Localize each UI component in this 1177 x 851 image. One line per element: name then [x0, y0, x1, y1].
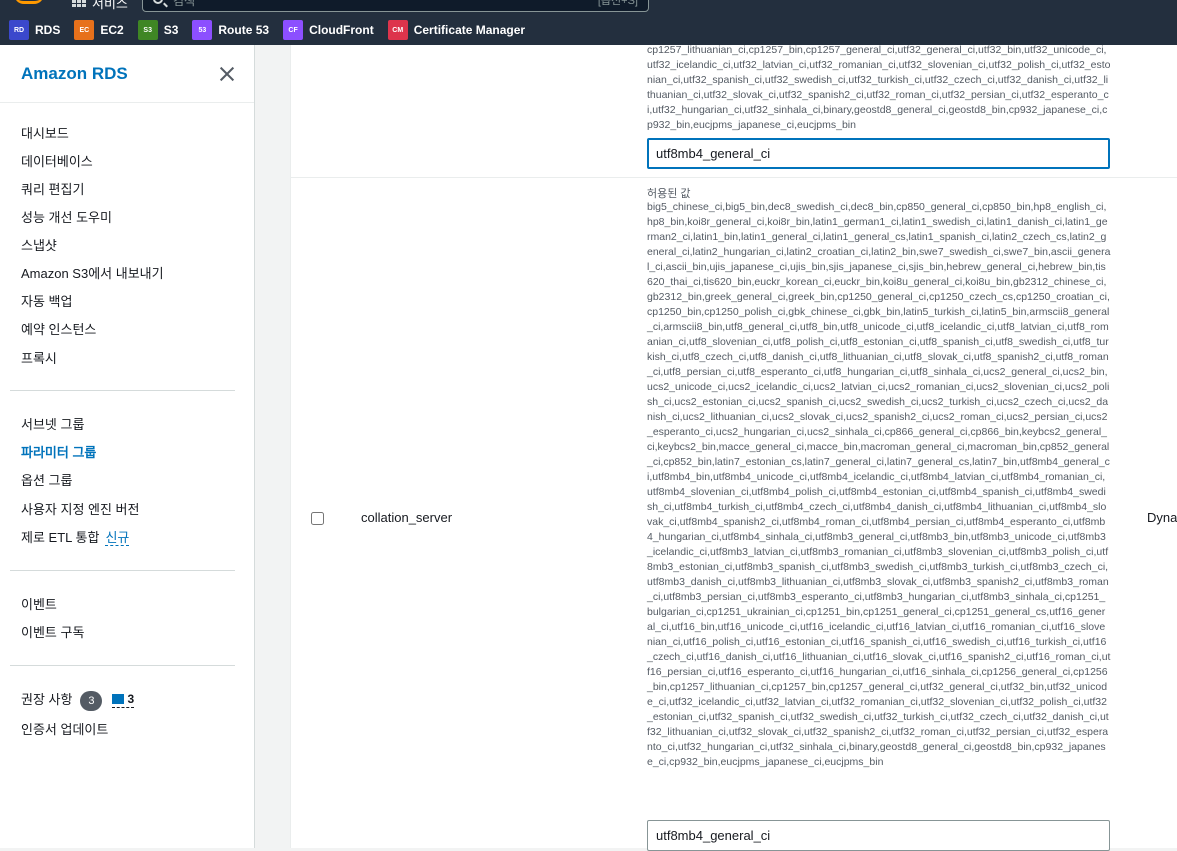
new-badge[interactable]: 신규	[105, 530, 130, 546]
sidebar-item-label: 파라미터 그룹	[21, 445, 97, 460]
sidebar-item-g2-1[interactable]: 파라미터 그룹	[21, 442, 96, 461]
favorite-label: CloudFront	[309, 23, 374, 37]
search-placeholder: 검색	[173, 0, 196, 8]
sidebar-title[interactable]: Amazon RDS	[21, 64, 128, 84]
recommendations-count-badge: 3	[80, 690, 103, 711]
search-shortcut-hint: [옵션+S]	[597, 0, 638, 7]
sidebar-item-0[interactable]: 대시보드	[21, 123, 69, 142]
sidebar-item-4[interactable]: 스냅샷	[21, 235, 57, 254]
sidebar-item-label: 자동 백업	[21, 294, 73, 309]
parameters-table: cp1257_lithuanian_ci,cp1257_bin,cp1257_g…	[290, 44, 1177, 851]
parameter-value-input[interactable]	[647, 820, 1110, 851]
favorites-bar: RD RDS EC EC2 S3 S3 53 Route 53 CF CloudFront CM Ce…	[0, 17, 539, 43]
certificate-manager-icon: CM	[387, 20, 408, 40]
sidebar-item-7[interactable]: 예약 인스턴스	[21, 319, 96, 338]
favorite-cloudfront[interactable]: CF CloudFront	[283, 20, 374, 40]
sidebar-item-5[interactable]: Amazon S3에서 내보내기	[21, 263, 164, 282]
sidebar-item-g2-0[interactable]: 서브넷 그룹	[21, 414, 84, 433]
sidebar-item-label: 쿼리 편집기	[21, 182, 85, 197]
sidebar-item-label: Amazon S3에서 내보내기	[21, 266, 164, 281]
favorite-label: S3	[163, 23, 179, 37]
sidebar-item-g3-0[interactable]: 이벤트	[21, 594, 57, 613]
allowed-values-text: cp1257_lithuanian_ci,cp1257_bin,cp1257_g…	[647, 44, 1111, 131]
sidebar-item-label: 권장 사항	[21, 692, 73, 707]
favorite-s3[interactable]: S3 S3	[137, 20, 179, 40]
favorite-label: RDS	[35, 23, 61, 37]
search-icon	[153, 0, 163, 4]
main-content: cp1257_lithuanian_ci,cp1257_bin,cp1257_g…	[255, 44, 1177, 851]
sidebar: Amazon RDS 대시보드데이터베이스쿼리 편집기성능 개선 도우미스냅샷 A…	[0, 45, 255, 848]
parameter-name: collation_server	[361, 510, 453, 525]
favorite-label: Certificate Manager	[413, 23, 526, 37]
top-navigation-bar: 서비스 검색 [옵션+S] RD RDS EC EC2 S3 S3 53 Route 53 CF…	[0, 0, 1177, 45]
sidebar-item-3[interactable]: 성능 개선 도우미	[21, 207, 112, 226]
row-divider	[291, 177, 1177, 178]
sidebar-divider	[10, 570, 235, 571]
favorite-label: EC2	[100, 23, 124, 37]
close-icon[interactable]	[219, 66, 235, 82]
sidebar-divider	[10, 665, 235, 666]
sidebar-item-g3-1[interactable]: 이벤트 구독	[21, 622, 84, 641]
s3-icon: S3	[137, 20, 158, 40]
sidebar-item-recommendations[interactable]: 권장 사항 3 3	[21, 689, 135, 711]
sidebar-item-label: 제로 ETL 통합	[21, 530, 100, 545]
sidebar-item-label: 이벤트 구독	[21, 625, 85, 640]
sidebar-item-label: 예약 인스턴스	[21, 322, 97, 337]
sidebar-item-zero-etl[interactable]: 제로 ETL 통합 신규	[21, 527, 130, 546]
favorite-certificate-manager[interactable]: CM Certificate Manager	[387, 20, 526, 40]
rds-icon: RD	[9, 20, 29, 40]
sidebar-item-cert-update[interactable]: 인증서 업데이트	[21, 719, 108, 738]
sidebar-item-label: 대시보드	[21, 126, 69, 141]
sidebar-item-label: 이벤트	[21, 597, 57, 612]
sidebar-item-1[interactable]: 데이터베이스	[21, 151, 93, 170]
route53-icon: 53	[192, 20, 213, 40]
sidebar-item-2[interactable]: 쿼리 편집기	[21, 179, 84, 198]
sidebar-header: Amazon RDS	[0, 45, 254, 103]
search-input[interactable]: 검색 [옵션+S]	[142, 0, 649, 12]
apply-type: Dynamic	[1147, 510, 1177, 525]
global-header: 서비스 검색 [옵션+S]	[0, 0, 1177, 14]
sidebar-item-8[interactable]: 프록시	[21, 348, 57, 367]
sidebar-item-label: 스냅샷	[21, 238, 57, 253]
aws-logo[interactable]	[14, 0, 44, 4]
favorite-rds[interactable]: RD RDS	[9, 20, 60, 40]
sidebar-item-label: 프록시	[21, 351, 57, 366]
sidebar-divider	[10, 390, 235, 391]
sidebar-item-label: 서브넷 그룹	[21, 417, 85, 432]
ec2-icon: EC	[74, 20, 95, 40]
allowed-values-label: 허용된 값	[647, 188, 691, 200]
sidebar-item-g2-3[interactable]: 사용자 지정 엔진 버전	[21, 499, 139, 518]
info-square-icon	[112, 694, 125, 704]
sidebar-item-g2-2[interactable]: 옵션 그룹	[21, 470, 72, 489]
sidebar-item-label: 성능 개선 도우미	[21, 210, 112, 225]
allowed-values-text: big5_chinese_ci,big5_bin,dec8_swedish_ci…	[647, 201, 1111, 768]
cloudfront-icon: CF	[283, 20, 304, 40]
favorite-label: Route 53	[218, 23, 270, 37]
services-grid-icon[interactable]	[72, 0, 86, 7]
sidebar-item-label: 옵션 그룹	[21, 473, 73, 488]
favorite-route53[interactable]: 53 Route 53	[192, 20, 269, 40]
sidebar-item-label: 사용자 지정 엔진 버전	[21, 502, 140, 517]
sidebar-item-label: 인증서 업데이트	[21, 722, 109, 737]
row-checkbox[interactable]	[311, 512, 324, 525]
sidebar-item-6[interactable]: 자동 백업	[21, 291, 72, 310]
services-menu[interactable]: 서비스	[92, 0, 128, 12]
recommendations-info-count[interactable]: 3	[112, 692, 135, 708]
info-count-value: 3	[127, 692, 135, 706]
sidebar-item-label: 데이터베이스	[21, 154, 93, 169]
favorite-ec2[interactable]: EC EC2	[74, 20, 124, 40]
parameter-value-input[interactable]	[647, 138, 1110, 169]
